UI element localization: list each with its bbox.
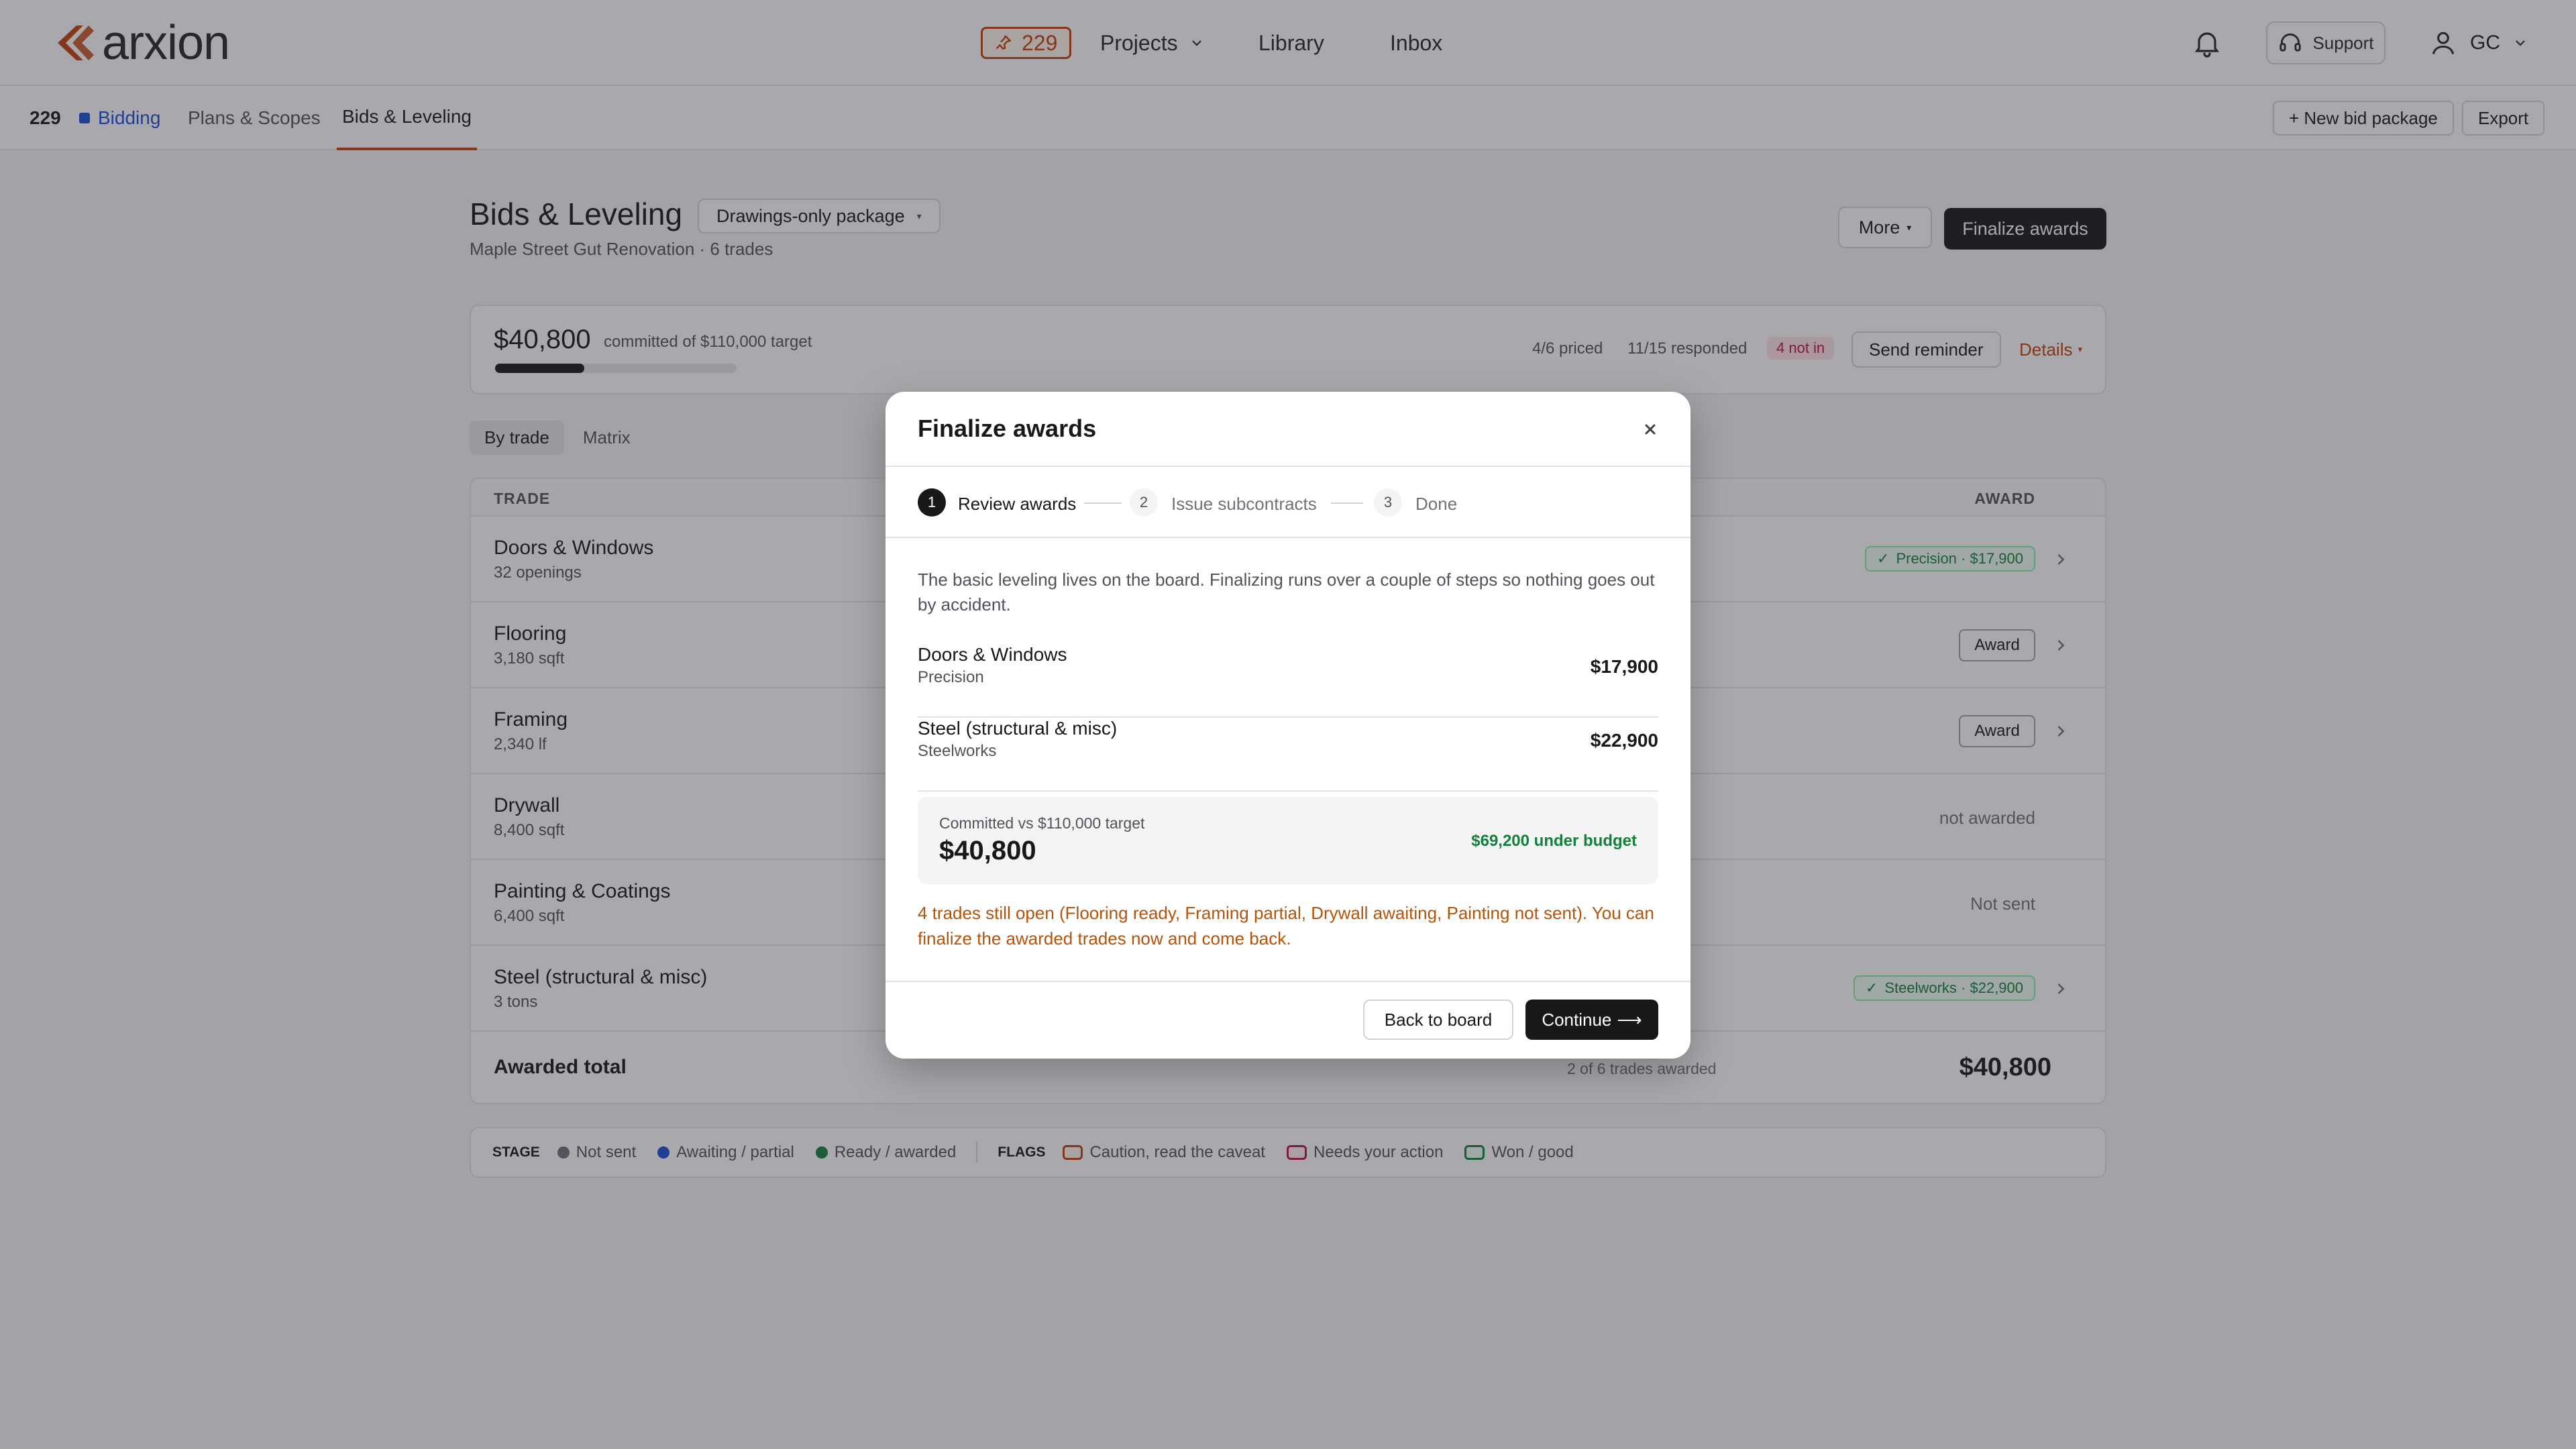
committed-total-value: $40,800 [939, 836, 1036, 865]
award-trade-name: Steel (structural & misc) [918, 718, 1118, 739]
continue-label: Continue [1542, 1009, 1612, 1030]
stepper: 1 Review awards 2 Issue subcontracts 3 D… [885, 467, 1690, 538]
award-summary-item: Steel (structural & misc) Steelworks $22… [918, 718, 1658, 792]
award-amount: $22,900 [1590, 730, 1658, 751]
under-budget-text: $69,200 under budget [1471, 832, 1637, 850]
step-connector [1331, 502, 1363, 504]
award-summary-item: Doors & Windows Precision $17,900 [918, 644, 1658, 718]
back-to-board-button[interactable]: Back to board [1363, 1000, 1513, 1040]
dialog-footer: Back to board Continue ⟶ [885, 981, 1690, 1059]
open-trades-warning: 4 trades still open (Flooring ready, Fra… [918, 903, 1654, 949]
step-connector [1084, 502, 1122, 504]
award-amount: $17,900 [1590, 656, 1658, 677]
award-vendor: Precision [918, 668, 984, 686]
dialog-intro: The basic leveling lives on the board. F… [918, 570, 1655, 614]
dialog-title: Finalize awards [918, 415, 1097, 442]
step-issue-subcontracts: Issue subcontracts [1171, 494, 1317, 514]
step-number: 2 [1130, 488, 1158, 517]
award-trade-name: Doors & Windows [918, 644, 1067, 665]
step-review-awards: Review awards [958, 494, 1077, 514]
close-icon[interactable] [1638, 417, 1662, 441]
committed-total-box: Committed vs $110,000 target $40,800 $69… [918, 797, 1658, 884]
dialog-header: Finalize awards [885, 392, 1690, 467]
step-number-active: 1 [918, 488, 946, 517]
continue-button[interactable]: Continue ⟶ [1525, 1000, 1658, 1040]
finalize-awards-dialog: Finalize awards 1 Review awards 2 Issue … [885, 392, 1690, 1059]
step-done: Done [1415, 494, 1458, 514]
step-number: 3 [1374, 488, 1402, 517]
arrow-right-icon: ⟶ [1617, 1009, 1642, 1030]
award-vendor: Steelworks [918, 742, 997, 760]
committed-total-caption: Committed vs $110,000 target [939, 814, 1145, 832]
